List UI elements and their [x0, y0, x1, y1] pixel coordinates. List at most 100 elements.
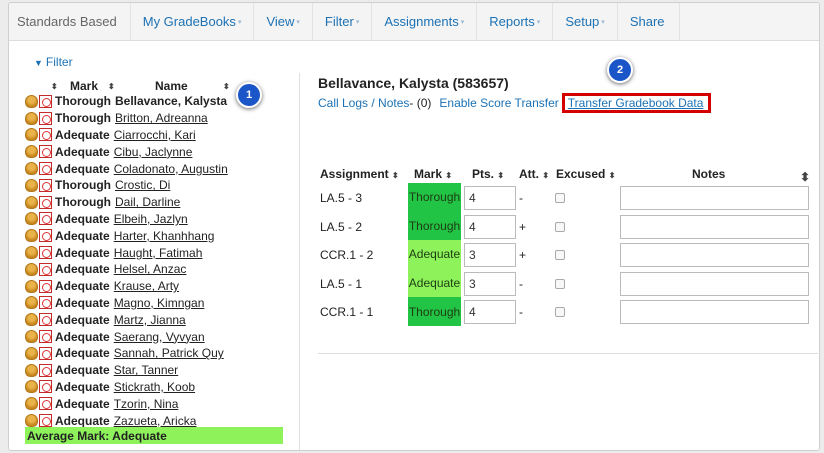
- student-name-link[interactable]: Martz, Jianna: [114, 313, 186, 327]
- pdf-report-icon[interactable]: [39, 346, 52, 360]
- mark-cell[interactable]: Adequate: [408, 268, 461, 298]
- nav-reports[interactable]: Reports ▾: [477, 3, 554, 40]
- student-name-link[interactable]: Haught, Fatimah: [114, 246, 203, 260]
- attempt-mark[interactable]: -: [519, 277, 523, 291]
- nav-share[interactable]: Share: [618, 3, 680, 40]
- attempt-mark[interactable]: +: [519, 220, 526, 234]
- pdf-report-icon[interactable]: [39, 397, 52, 411]
- student-row[interactable]: Adequate Magno, Kimngan: [25, 295, 285, 312]
- student-row[interactable]: Thorough Crostic, Di: [25, 177, 285, 194]
- pdf-report-icon[interactable]: [39, 380, 52, 394]
- student-name-link[interactable]: Cibu, Jaclynne: [114, 145, 193, 159]
- student-row[interactable]: Adequate Haught, Fatimah: [25, 244, 285, 261]
- student-profile-icon[interactable]: [25, 178, 38, 192]
- student-row[interactable]: Adequate Martz, Jianna: [25, 311, 285, 328]
- excused-checkbox[interactable]: [555, 193, 565, 203]
- pdf-report-icon[interactable]: [39, 212, 52, 226]
- student-row[interactable]: Thorough Britton, Adreanna: [25, 110, 285, 127]
- student-row[interactable]: Adequate Coladonato, Augustin: [25, 160, 285, 177]
- sort-icon[interactable]: ⬍: [51, 82, 58, 91]
- student-name-link[interactable]: Ciarrocchi, Kari: [114, 128, 196, 142]
- student-name-link[interactable]: Coladonato, Augustin: [114, 162, 228, 176]
- sort-icon[interactable]: ⬍: [800, 170, 810, 184]
- student-profile-icon[interactable]: [25, 279, 38, 293]
- pdf-report-icon[interactable]: [39, 145, 52, 159]
- points-input[interactable]: 3: [464, 243, 516, 268]
- student-name-link[interactable]: Helsel, Anzac: [114, 262, 187, 276]
- col-att-header[interactable]: Att. ⬍: [519, 167, 549, 181]
- student-name-link[interactable]: Tzorin, Nina: [114, 397, 179, 411]
- pdf-report-icon[interactable]: [39, 94, 52, 108]
- student-profile-icon[interactable]: [25, 363, 38, 377]
- student-name-link[interactable]: Dail, Darline: [115, 195, 180, 209]
- pdf-report-icon[interactable]: [39, 111, 52, 125]
- pdf-report-icon[interactable]: [39, 330, 52, 344]
- notes-input[interactable]: [620, 214, 809, 239]
- mark-cell[interactable]: Thorough: [408, 183, 461, 212]
- student-row[interactable]: Adequate Stickrath, Koob: [25, 379, 285, 396]
- filter-toggle[interactable]: ▼ Filter: [34, 55, 73, 69]
- notes-input[interactable]: [620, 271, 809, 296]
- nav-my-gradebooks[interactable]: My GradeBooks ▾: [131, 3, 255, 40]
- enable-score-transfer-link[interactable]: Enable Score Transfer: [439, 96, 558, 110]
- student-profile-icon[interactable]: [25, 346, 38, 360]
- student-name-link[interactable]: Zazueta, Aricka: [114, 414, 197, 428]
- notes-input[interactable]: [620, 300, 809, 325]
- attempt-mark[interactable]: +: [519, 248, 526, 262]
- pdf-report-icon[interactable]: [39, 178, 52, 192]
- student-row[interactable]: Adequate Saerang, Vyvyan: [25, 328, 285, 345]
- pdf-report-icon[interactable]: [39, 262, 52, 276]
- call-logs-link[interactable]: Call Logs / Notes: [318, 96, 409, 110]
- mark-cell[interactable]: Thorough: [408, 211, 461, 241]
- student-profile-icon[interactable]: [25, 229, 38, 243]
- sort-icon[interactable]: ⬍: [108, 82, 115, 91]
- col-name-header[interactable]: Name: [155, 79, 188, 93]
- student-profile-icon[interactable]: [25, 162, 38, 176]
- excused-checkbox[interactable]: [555, 307, 565, 318]
- student-profile-icon[interactable]: [25, 414, 38, 428]
- student-profile-icon[interactable]: [25, 195, 38, 209]
- student-profile-icon[interactable]: [25, 380, 38, 394]
- pdf-report-icon[interactable]: [39, 162, 52, 176]
- nav-filter[interactable]: Filter ▾: [313, 3, 373, 40]
- student-name-link[interactable]: Harter, Khanhhang: [114, 229, 215, 243]
- points-input[interactable]: 4: [464, 300, 516, 325]
- mark-cell[interactable]: Thorough: [408, 297, 461, 326]
- col-mark-header[interactable]: Mark: [70, 79, 98, 93]
- student-profile-icon[interactable]: [25, 313, 38, 327]
- col-mark-header[interactable]: Mark ⬍: [414, 167, 452, 181]
- pdf-report-icon[interactable]: [39, 279, 52, 293]
- student-profile-icon[interactable]: [25, 397, 38, 411]
- sort-icon[interactable]: ⬍: [223, 82, 230, 91]
- points-input[interactable]: 4: [464, 186, 516, 210]
- student-row[interactable]: Adequate Sannah, Patrick Quy: [25, 345, 285, 362]
- student-row[interactable]: Adequate Tzorin, Nina: [25, 395, 285, 412]
- student-row[interactable]: Adequate Krause, Arty: [25, 278, 285, 295]
- student-name-link[interactable]: Magno, Kimngan: [114, 296, 205, 310]
- student-profile-icon[interactable]: [25, 330, 38, 344]
- pdf-report-icon[interactable]: [39, 195, 52, 209]
- student-profile-icon[interactable]: [25, 262, 38, 276]
- student-profile-icon[interactable]: [25, 246, 38, 260]
- student-name-link[interactable]: Star, Tanner: [114, 363, 179, 377]
- col-excused-header[interactable]: Excused ⬍: [556, 167, 615, 181]
- student-profile-icon[interactable]: [25, 111, 38, 125]
- excused-checkbox[interactable]: [555, 250, 565, 261]
- student-profile-icon[interactable]: [25, 94, 38, 108]
- pdf-report-icon[interactable]: [39, 296, 52, 310]
- student-row[interactable]: Thorough Dail, Darline: [25, 194, 285, 211]
- student-name-link[interactable]: Saerang, Vyvyan: [114, 330, 205, 344]
- pdf-report-icon[interactable]: [39, 229, 52, 243]
- pdf-report-icon[interactable]: [39, 128, 52, 142]
- excused-checkbox[interactable]: [555, 221, 565, 232]
- nav-view[interactable]: View ▾: [254, 3, 313, 40]
- pdf-report-icon[interactable]: [39, 414, 52, 428]
- student-name-link[interactable]: Britton, Adreanna: [115, 111, 208, 125]
- student-row[interactable]: Adequate Ciarrocchi, Kari: [25, 127, 285, 144]
- pdf-report-icon[interactable]: [39, 246, 52, 260]
- student-name-link[interactable]: Crostic, Di: [115, 178, 170, 192]
- student-profile-icon[interactable]: [25, 212, 38, 226]
- student-profile-icon[interactable]: [25, 145, 38, 159]
- student-name-link[interactable]: Sannah, Patrick Quy: [114, 346, 224, 360]
- student-name-link[interactable]: Elbeih, Jazlyn: [114, 212, 188, 226]
